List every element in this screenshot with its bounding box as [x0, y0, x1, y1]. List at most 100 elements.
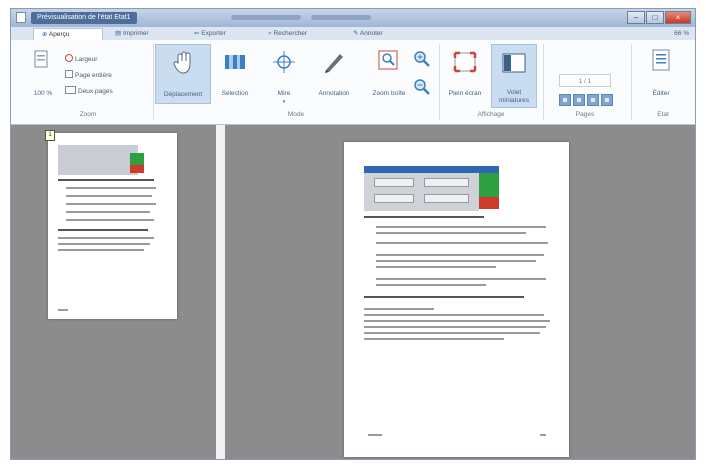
- tab-exporter[interactable]: ⇐ Exporter: [194, 28, 226, 40]
- page-text-line: [364, 338, 504, 340]
- preview-icon: ⊕: [42, 31, 49, 38]
- thumbnail-text-line: [66, 219, 154, 221]
- tab-exporter-label: Exporter: [201, 30, 226, 37]
- first-page-button[interactable]: [559, 94, 571, 106]
- tab-apercu[interactable]: ⊕ Aperçu: [33, 28, 103, 40]
- printer-icon: ▤: [115, 30, 123, 37]
- page-text-line: [376, 284, 486, 286]
- page-text-line: [364, 308, 434, 310]
- editer-button[interactable]: Éditer: [639, 44, 683, 104]
- thumbnail-status-green: [130, 153, 144, 165]
- page-text-line: [376, 278, 546, 280]
- selection-button[interactable]: Sélection: [215, 44, 255, 104]
- pen-icon: [325, 54, 343, 73]
- zoom-in-button[interactable]: [411, 48, 433, 70]
- plein-ecran-label: Plein écran: [448, 90, 482, 97]
- thumbnail-footer-line: [58, 309, 68, 311]
- tab-annoter-label: Annoter: [359, 30, 383, 37]
- maximize-button[interactable]: □: [646, 11, 664, 24]
- zoom-box-icon: [378, 50, 398, 70]
- plein-ecran-button[interactable]: Plein écran: [443, 44, 487, 104]
- tab-rechercher[interactable]: ⌕ Rechercher: [268, 28, 307, 40]
- zoom-largeur-button[interactable]: Largeur: [65, 54, 97, 64]
- title-bar-decoration: [311, 15, 371, 20]
- minimize-button[interactable]: –: [627, 11, 645, 24]
- page-thumbnail[interactable]: 1: [45, 130, 177, 319]
- annotation-label: Annotation: [318, 90, 350, 97]
- thumbnail-text-line: [58, 229, 148, 231]
- zoom-largeur-label: Largeur: [75, 56, 98, 63]
- crosshair-icon: [273, 51, 295, 73]
- thumbnail-text-line: [66, 195, 152, 197]
- tab-rechercher-label: Rechercher: [273, 30, 308, 37]
- next-page-button[interactable]: [587, 94, 599, 106]
- pane-splitter[interactable]: [216, 125, 225, 459]
- zoom-100-button[interactable]: 100 %: [25, 46, 61, 104]
- page-text-line: [364, 320, 550, 322]
- page-text-line: [376, 254, 544, 256]
- preview-workspace: 1: [11, 125, 695, 459]
- zoom-out-button[interactable]: [411, 76, 433, 98]
- mire-label: Mire: [277, 90, 291, 97]
- tab-imprimer[interactable]: ▤ Imprimer: [115, 28, 149, 40]
- tab-annoter[interactable]: ✎ Annoter: [353, 28, 383, 40]
- page-number-input[interactable]: 1 / 1: [559, 74, 611, 87]
- etat-group-label: Etat: [657, 111, 669, 118]
- zoom-boite-label: Zoom boîte: [372, 90, 406, 97]
- zoom-page-entiere-button[interactable]: Page entière: [65, 70, 112, 80]
- selection-label: Sélection: [221, 90, 249, 97]
- thumbnail-text-line: [58, 243, 150, 245]
- app-icon: [16, 12, 26, 23]
- page-zoom-icon: [34, 50, 48, 68]
- editer-label: Éditer: [652, 90, 670, 97]
- zoom-out-icon: [414, 79, 430, 95]
- zoom-deux-pages-label: Deux pages: [78, 88, 113, 95]
- page-text-line: [364, 216, 484, 218]
- thumbnail-status-red: [130, 165, 144, 173]
- page-field-box: [374, 194, 414, 203]
- zoom-percent-label: 100 %: [33, 90, 53, 97]
- page-text-line: [376, 266, 496, 268]
- tab-imprimer-label: Imprimer: [122, 30, 149, 37]
- zoom-boite-button[interactable]: Zoom boîte: [371, 44, 407, 108]
- ribbon-tab-bar: ⊕ Aperçu ▤ Imprimer ⇐ Exporter ⌕ Recherc…: [11, 27, 695, 41]
- mire-button[interactable]: Mire ▾: [261, 44, 307, 108]
- deplacement-button[interactable]: Déplacement: [155, 44, 211, 104]
- page-text-line: [376, 242, 548, 244]
- thumbnail-page-number: 1: [45, 130, 55, 141]
- edit-document-icon: [652, 49, 670, 71]
- title-bar: Prévisualisation de l'état Etat1 – □ ×: [11, 9, 695, 27]
- annotation-button[interactable]: Annotation: [311, 44, 357, 104]
- tab-apercu-label: Aperçu: [48, 31, 70, 38]
- thumbnail-text-line: [58, 179, 154, 181]
- volet-miniatures-button[interactable]: Volet miniatures: [491, 44, 537, 108]
- close-button[interactable]: ×: [665, 11, 691, 24]
- window-title: Prévisualisation de l'état Etat1: [31, 12, 137, 24]
- window-controls: – □ ×: [627, 11, 691, 24]
- previous-page-button[interactable]: [573, 94, 585, 106]
- page-footer-left: [368, 434, 382, 436]
- volet-miniatures-label: Volet miniatures: [499, 89, 529, 104]
- mode-group-label: Mode: [287, 111, 305, 118]
- width-icon: [65, 54, 73, 62]
- fullscreen-icon: [453, 51, 477, 73]
- thumbnail-text-line: [66, 211, 150, 213]
- chevron-down-icon: ▾: [282, 99, 286, 105]
- pages-group-label: Pages: [575, 111, 595, 118]
- affichage-group-label: Affichage: [477, 111, 505, 118]
- preview-window: Prévisualisation de l'état Etat1 – □ × ⊕…: [10, 8, 696, 460]
- thumbnail-header-graphic: [58, 145, 138, 175]
- hand-icon: [173, 51, 191, 74]
- page-status-green: [479, 173, 499, 197]
- last-page-button[interactable]: [601, 94, 613, 106]
- page-text-line: [376, 226, 546, 228]
- full-page-icon: [65, 70, 73, 78]
- deplacement-label: Déplacement: [163, 91, 203, 98]
- page-field-box: [424, 178, 469, 187]
- zoom-deux-pages-button[interactable]: Deux pages: [65, 86, 113, 96]
- thumbnail-text-line: [58, 249, 144, 251]
- page-text-line: [364, 296, 524, 298]
- zoom-page-entiere-label: Page entière: [75, 72, 112, 79]
- page-field-box: [424, 194, 469, 203]
- ribbon-separator: [631, 44, 632, 120]
